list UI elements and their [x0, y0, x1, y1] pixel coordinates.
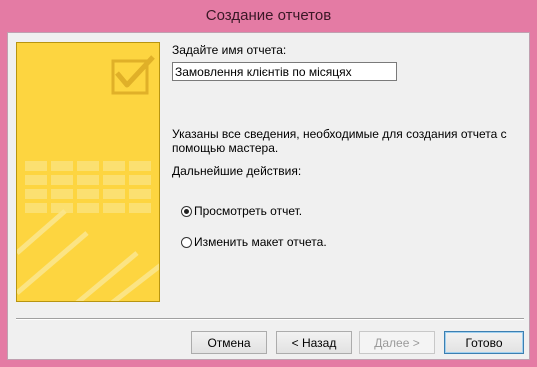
- finish-button[interactable]: Готово: [444, 331, 524, 354]
- modify-design-label[interactable]: Изменить макет отчета.: [194, 235, 327, 249]
- cancel-button[interactable]: Отмена: [191, 331, 267, 354]
- radio-button-unchecked[interactable]: [181, 236, 192, 248]
- divider: [16, 318, 524, 320]
- wizard-illustration: [16, 42, 160, 302]
- next-actions-label: Дальнейшие действия:: [172, 164, 302, 178]
- back-button[interactable]: < Назад: [276, 331, 352, 354]
- report-name-label: Задайте имя отчета:: [172, 43, 287, 57]
- next-button[interactable]: Далее >: [359, 331, 435, 354]
- preview-report-label[interactable]: Просмотреть отчет.: [194, 204, 302, 218]
- preview-report-option[interactable]: Просмотреть отчет.: [181, 204, 302, 218]
- title-bar[interactable]: Создание отчетов: [0, 0, 537, 32]
- window-title: Создание отчетов: [205, 7, 332, 24]
- dialog-body: Задайте имя отчета: Указаны все сведения…: [7, 32, 530, 360]
- info-text-line-2: помощью мастера.: [172, 141, 279, 155]
- info-text-line-1: Указаны все сведения, необходимые для со…: [172, 127, 507, 141]
- checkmark-art-icon: [17, 43, 159, 301]
- report-name-input[interactable]: [172, 62, 397, 81]
- modify-design-option[interactable]: Изменить макет отчета.: [181, 235, 327, 249]
- radio-button-checked[interactable]: [181, 205, 192, 217]
